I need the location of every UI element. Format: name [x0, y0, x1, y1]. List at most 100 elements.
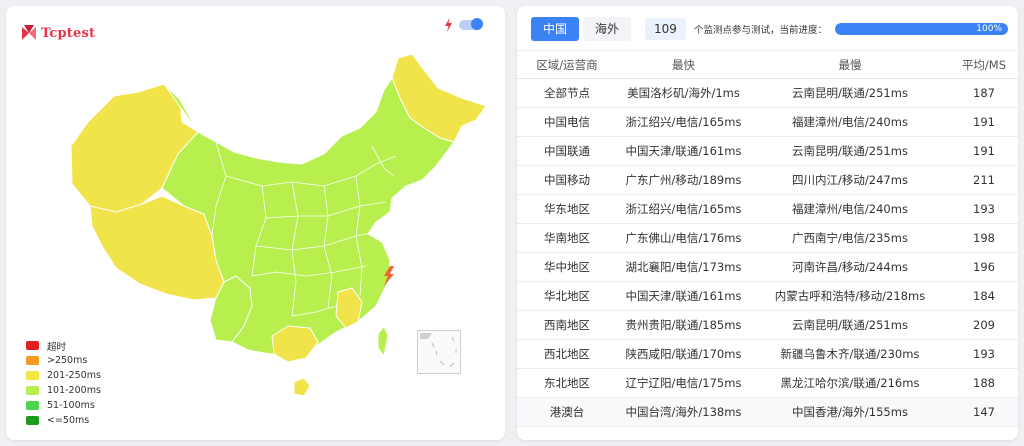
cell-region: 华东地区 [517, 194, 617, 224]
tab-china[interactable]: 中国 [531, 17, 580, 41]
cell-slowest: 内蒙古呼和浩特/移动/218ms [750, 281, 950, 311]
progress-bar: 100% [834, 23, 1008, 35]
cell-slowest: 黑龙江哈尔滨/联通/216ms [750, 368, 950, 398]
legend-label: 201-250ms [47, 370, 101, 381]
cell-average: 209 [950, 310, 1018, 340]
cell-average: 193 [950, 339, 1018, 369]
cell-fastest: 辽宁辽阳/电信/175ms [617, 368, 750, 398]
table-header-row: 区域/运营商 最快 最慢 平均/MS [517, 50, 1018, 79]
cell-average: 188 [950, 368, 1018, 398]
cell-region: 中国联通 [517, 136, 617, 166]
table-row[interactable]: 西北地区 陕西咸阳/联通/170ms 新疆乌鲁木齐/联通/230ms 193 [517, 339, 1018, 369]
cell-average: 191 [950, 107, 1018, 137]
cell-region: 东北地区 [517, 368, 617, 398]
cell-slowest: 新疆乌鲁木齐/联通/230ms [750, 339, 950, 369]
legend-swatch [26, 416, 39, 425]
cell-fastest: 浙江绍兴/电信/165ms [617, 107, 750, 137]
legend-label: >250ms [47, 355, 88, 366]
cell-average: 187 [950, 78, 1018, 108]
legend-swatch [26, 371, 39, 380]
cell-fastest: 湖北襄阳/电信/173ms [617, 252, 750, 282]
probe-count-label: 个监测点参与测试，当前进度： [693, 25, 827, 36]
cell-fastest: 中国台湾/海外/138ms [617, 397, 750, 427]
toggle-knob [471, 18, 483, 30]
table-row[interactable]: 港澳台 中国台湾/海外/138ms 中国香港/海外/155ms 147 [517, 397, 1018, 427]
table-row[interactable]: 中国联通 中国天津/联通/161ms 云南昆明/联通/251ms 191 [517, 136, 1018, 166]
cell-slowest: 福建漳州/电信/240ms [750, 107, 950, 137]
cell-fastest: 陕西咸阳/联通/170ms [617, 339, 750, 369]
legend-swatch [26, 341, 39, 350]
cell-fastest: 浙江绍兴/电信/165ms [617, 194, 750, 224]
cell-average: 196 [950, 252, 1018, 282]
logo-icon [22, 25, 36, 40]
column-header-average[interactable]: 平均/MS [950, 50, 1018, 79]
legend-label: <=50ms [47, 415, 90, 426]
table-row[interactable]: 华中地区 湖北襄阳/电信/173ms 河南许昌/移动/244ms 196 [517, 252, 1018, 282]
cell-region: 华南地区 [517, 223, 617, 253]
cell-region: 华北地区 [517, 281, 617, 311]
legend-label: 超时 [47, 341, 67, 353]
inset-map [420, 333, 457, 368]
legend-label: 51-100ms [47, 400, 95, 411]
cell-fastest: 美国洛杉矶/海外/1ms [617, 78, 750, 108]
table-row[interactable]: 华北地区 中国天津/联通/161ms 内蒙古呼和浩特/移动/218ms 184 [517, 281, 1018, 311]
table-row[interactable]: 西南地区 贵州贵阳/联通/185ms 云南昆明/联通/251ms 209 [517, 310, 1018, 340]
cell-average: 147 [950, 397, 1018, 427]
display-toggle[interactable] [444, 18, 483, 32]
cell-region: 港澳台 [517, 397, 617, 427]
probe-count: 109 [645, 18, 686, 40]
cell-fastest: 广东佛山/电信/176ms [617, 223, 750, 253]
legend-label: 101-200ms [47, 385, 101, 396]
column-header-slowest[interactable]: 最慢 [750, 50, 950, 79]
results-panel: 中国 海外 109 个监测点参与测试，当前进度： 100% 区域/运营商 最快 … [517, 6, 1018, 440]
cell-slowest: 云南昆明/联通/251ms [750, 78, 950, 108]
table-row[interactable]: 华南地区 广东佛山/电信/176ms 广西南宁/电信/235ms 198 [517, 223, 1018, 253]
cell-fastest: 贵州贵阳/联通/185ms [617, 310, 750, 340]
south-china-sea-inset [417, 330, 461, 374]
cell-slowest: 云南昆明/联通/251ms [750, 310, 950, 340]
latency-legend: 超时 >250ms 201-250ms 101-200ms 51-100ms <… [26, 338, 101, 428]
region-taiwan[interactable] [377, 324, 389, 358]
results-table: 区域/运营商 最快 最慢 平均/MS 全部节点 美国洛杉矶/海外/1ms 云南昆明/… [517, 50, 1018, 427]
cell-fastest: 广东广州/移动/189ms [617, 165, 750, 195]
cell-average: 198 [950, 223, 1018, 253]
cell-average: 184 [950, 281, 1018, 311]
cell-slowest: 河南许昌/移动/244ms [750, 252, 950, 282]
map-panel: Tcptest 超时 >250ms 201-250ms 101-200ms 51… [6, 6, 505, 440]
legend-item: 超时 [26, 338, 101, 353]
legend-swatch [26, 401, 39, 410]
legend-item: 201-250ms [26, 368, 101, 383]
table-row[interactable]: 华东地区 浙江绍兴/电信/165ms 福建漳州/电信/240ms 193 [517, 194, 1018, 224]
results-toolbar: 中国 海外 109 个监测点参与测试，当前进度： 100% [531, 16, 1008, 42]
cell-slowest: 广西南宁/电信/235ms [750, 223, 950, 253]
legend-item: 101-200ms [26, 383, 101, 398]
progress-text: 100% [976, 24, 1002, 34]
cell-average: 191 [950, 136, 1018, 166]
region-guangxi[interactable] [271, 325, 319, 363]
cell-region: 西南地区 [517, 310, 617, 340]
cell-region: 全部节点 [517, 78, 617, 108]
column-header-region[interactable]: 区域/运营商 [517, 50, 617, 79]
table-row[interactable]: 东北地区 辽宁辽阳/电信/175ms 黑龙江哈尔滨/联通/216ms 188 [517, 368, 1018, 398]
cell-region: 华中地区 [517, 252, 617, 282]
cell-fastest: 中国天津/联通/161ms [617, 281, 750, 311]
legend-swatch [26, 356, 39, 365]
cell-region: 西北地区 [517, 339, 617, 369]
legend-item: <=50ms [26, 413, 101, 428]
lightning-icon [445, 18, 452, 32]
cell-region: 中国电信 [517, 107, 617, 137]
cell-average: 193 [950, 194, 1018, 224]
cell-slowest: 四川内江/移动/247ms [750, 165, 950, 195]
legend-item: 51-100ms [26, 398, 101, 413]
column-header-fastest[interactable]: 最快 [617, 50, 750, 79]
toggle-switch[interactable] [459, 18, 483, 30]
region-hainan[interactable] [293, 377, 311, 397]
tab-overseas[interactable]: 海外 [583, 17, 632, 41]
cell-region: 中国移动 [517, 165, 617, 195]
table-row[interactable]: 全部节点 美国洛杉矶/海外/1ms 云南昆明/联通/251ms 187 [517, 78, 1018, 108]
cell-average: 211 [950, 165, 1018, 195]
cell-slowest: 中国香港/海外/155ms [750, 397, 950, 427]
legend-swatch [26, 386, 39, 395]
table-row[interactable]: 中国电信 浙江绍兴/电信/165ms 福建漳州/电信/240ms 191 [517, 107, 1018, 137]
table-row[interactable]: 中国移动 广东广州/移动/189ms 四川内江/移动/247ms 211 [517, 165, 1018, 195]
